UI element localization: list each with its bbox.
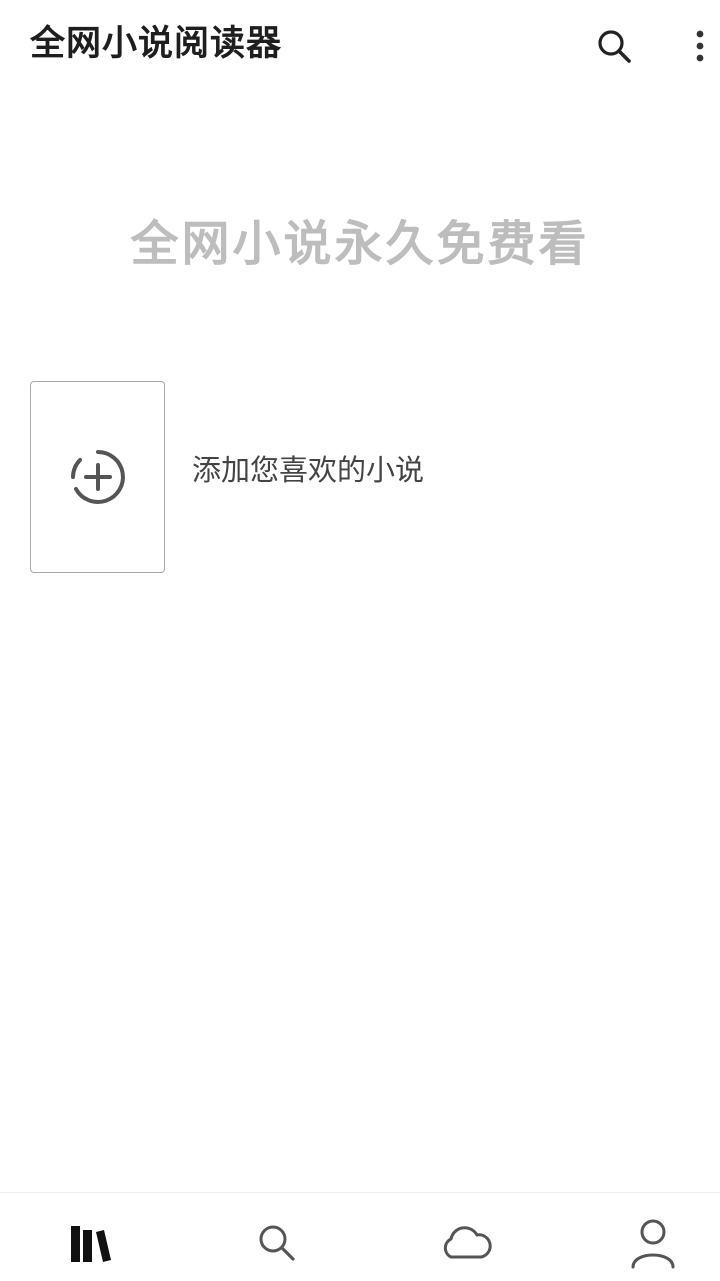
slogan-banner: 全网小说永久免费看	[130, 216, 590, 272]
nav-bookshelf[interactable]	[62, 1215, 118, 1271]
bottom-navigation	[0, 1192, 720, 1281]
nav-profile[interactable]	[625, 1215, 681, 1271]
add-novel-label[interactable]: 添加您喜欢的小说	[192, 450, 424, 490]
add-novel-card[interactable]	[30, 381, 165, 573]
nav-cloud[interactable]	[437, 1215, 493, 1271]
search-icon	[598, 30, 631, 63]
search-button[interactable]	[590, 22, 638, 70]
more-options-button[interactable]	[676, 22, 720, 70]
app-bar: 全网小说阅读器	[0, 0, 720, 90]
nav-search[interactable]	[249, 1215, 305, 1271]
bookshelf-icon	[71, 1226, 111, 1262]
search-icon	[259, 1225, 295, 1261]
add-circle-icon	[70, 450, 125, 504]
profile-icon	[631, 1219, 675, 1269]
cloud-icon	[443, 1226, 492, 1259]
more-vertical-icon	[696, 30, 704, 62]
app-title: 全网小说阅读器	[30, 24, 283, 64]
